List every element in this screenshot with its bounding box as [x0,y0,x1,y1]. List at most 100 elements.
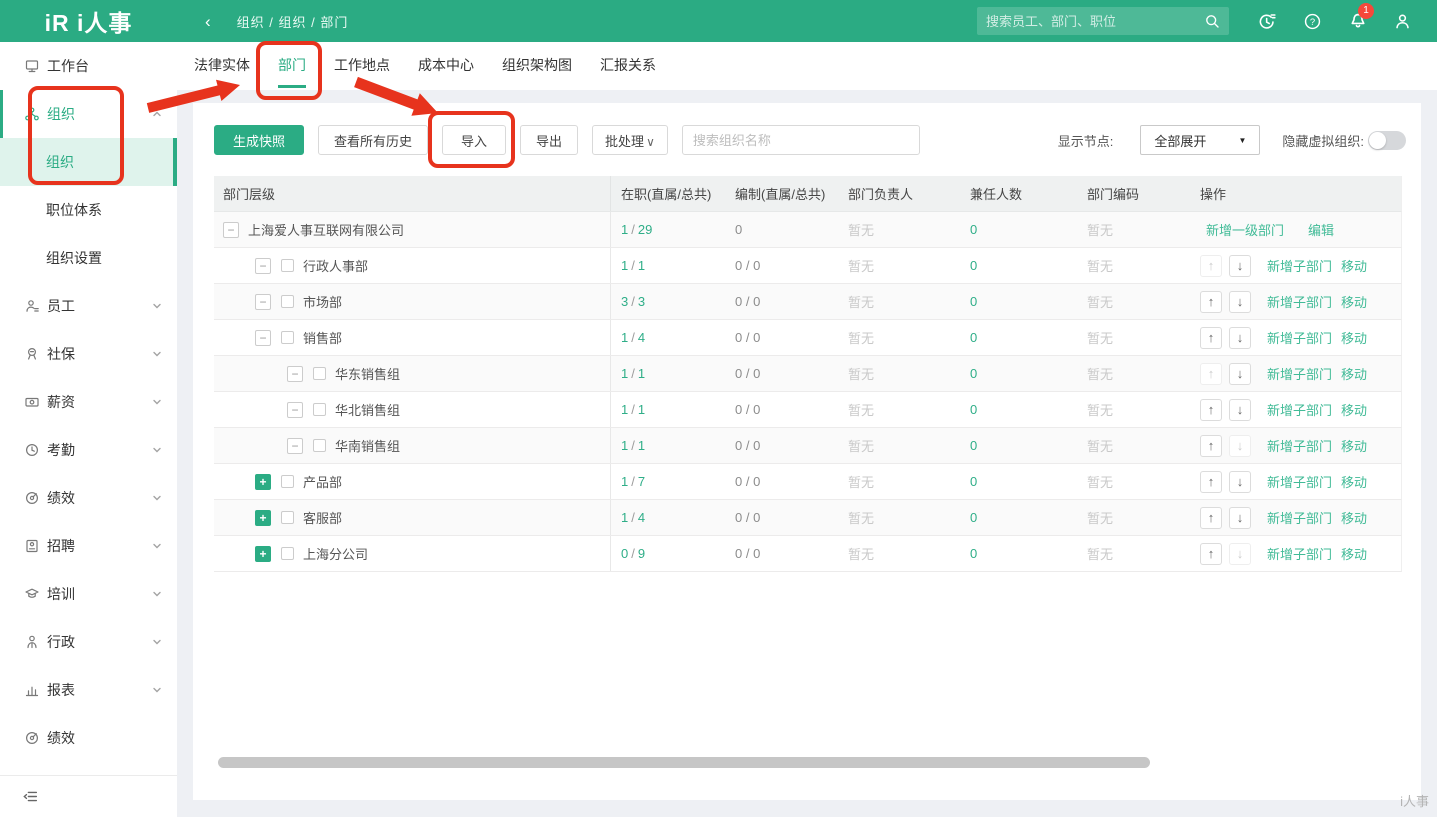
table-row[interactable]: − 市场部 3/3 0 / 0 暂无 0 暂无 ↑ ↓ 新增子部门 移动 [214,284,1402,320]
table-row[interactable]: + 产品部 1/7 0 / 0 暂无 0 暂无 ↑ ↓ 新增子部门 移动 [214,464,1402,500]
concurrent-count[interactable]: 0 [955,356,1065,391]
onjob-direct[interactable]: 1 [621,366,628,381]
expander-button[interactable]: + [255,546,271,562]
move-up-button[interactable]: ↑ [1200,435,1222,457]
move-link[interactable]: 移动 [1341,364,1367,383]
move-down-button[interactable]: ↓ [1229,255,1251,277]
export-button[interactable]: 导出 [520,125,578,155]
add-top-department-link[interactable]: 新增一级部门 [1206,220,1284,239]
concurrent-count[interactable]: 0 [955,284,1065,319]
table-row[interactable]: + 上海分公司 0/9 0 / 0 暂无 0 暂无 ↑ ↓ 新增子部门 移动 [214,536,1402,572]
expand-mode-select[interactable]: 全部展开 ▼ [1140,125,1260,155]
onjob-direct[interactable]: 1 [621,258,628,273]
tab[interactable]: 汇报关系 [600,42,656,90]
move-up-button[interactable]: ↑ [1200,471,1222,493]
sidebar-subitem[interactable]: 职位体系 [0,186,177,234]
sidebar-item[interactable]: 招聘 [0,522,177,570]
onjob-direct[interactable]: 0 [621,546,628,561]
row-checkbox[interactable] [281,511,294,524]
onjob-direct[interactable]: 1 [621,402,628,417]
sidebar-item[interactable]: 报表 [0,666,177,714]
global-search[interactable] [977,7,1229,35]
tab[interactable]: 工作地点 [334,42,390,90]
move-down-button[interactable]: ↓ [1229,471,1251,493]
sidebar-subitem[interactable]: 组织设置 [0,234,177,282]
move-down-button[interactable]: ↓ [1229,507,1251,529]
add-sub-department-link[interactable]: 新增子部门 [1267,400,1332,419]
row-checkbox[interactable] [281,547,294,560]
approval-history-icon[interactable] [1245,11,1290,32]
move-down-button[interactable]: ↓ [1229,327,1251,349]
table-row[interactable]: − 华东销售组 1/1 0 / 0 暂无 0 暂无 ↑ ↓ 新增子部门 移动 [214,356,1402,392]
add-sub-department-link[interactable]: 新增子部门 [1267,256,1332,275]
concurrent-count[interactable]: 0 [955,320,1065,355]
global-search-input[interactable] [986,14,1204,29]
row-checkbox[interactable] [281,259,294,272]
table-row[interactable]: − 销售部 1/4 0 / 0 暂无 0 暂无 ↑ ↓ 新增子部门 移动 [214,320,1402,356]
expander-button[interactable]: + [255,474,271,490]
concurrent-count[interactable]: 0 [955,212,1065,247]
onjob-direct[interactable]: 3 [621,294,628,309]
org-search-input[interactable] [682,125,920,155]
onjob-direct[interactable]: 1 [621,330,628,345]
onjob-total[interactable]: 29 [638,222,652,237]
concurrent-count[interactable]: 0 [955,500,1065,535]
table-row[interactable]: − 上海爱人事互联网有限公司 1/29 0 暂无 0 暂无 新增一级部门 编辑 [214,212,1402,248]
concurrent-count[interactable]: 0 [955,428,1065,463]
onjob-total[interactable]: 9 [638,546,645,561]
table-row[interactable]: − 华南销售组 1/1 0 / 0 暂无 0 暂无 ↑ ↓ 新增子部门 移动 [214,428,1402,464]
move-link[interactable]: 移动 [1341,472,1367,491]
sidebar-collapse-button[interactable] [0,775,177,817]
horizontal-scrollbar[interactable] [218,757,1150,768]
add-sub-department-link[interactable]: 新增子部门 [1267,436,1332,455]
concurrent-count[interactable]: 0 [955,464,1065,499]
notification-bell-icon[interactable]: 1 [1335,10,1380,32]
move-down-button[interactable]: ↓ [1229,291,1251,313]
add-sub-department-link[interactable]: 新增子部门 [1267,544,1332,563]
table-row[interactable]: − 行政人事部 1/1 0 / 0 暂无 0 暂无 ↑ ↓ 新增子部门 移动 [214,248,1402,284]
move-down-button[interactable]: ↓ [1229,435,1251,457]
sidebar-item[interactable]: 社保 [0,330,177,378]
generate-snapshot-button[interactable]: 生成快照 [214,125,304,155]
tab[interactable]: 成本中心 [418,42,474,90]
sidebar-item[interactable]: 组织 [0,90,177,138]
onjob-total[interactable]: 3 [638,294,645,309]
move-link[interactable]: 移动 [1341,400,1367,419]
help-icon[interactable]: ? [1290,11,1335,32]
move-link[interactable]: 移动 [1341,544,1367,563]
move-up-button[interactable]: ↑ [1200,399,1222,421]
move-up-button[interactable]: ↑ [1200,327,1222,349]
onjob-direct[interactable]: 1 [621,222,628,237]
expander-button[interactable]: + [255,510,271,526]
hide-virtual-toggle[interactable] [1368,131,1406,150]
add-sub-department-link[interactable]: 新增子部门 [1267,472,1332,491]
sidebar-item[interactable]: 绩效 [0,474,177,522]
edit-link[interactable]: 编辑 [1308,220,1334,239]
sidebar-item[interactable]: 培训 [0,570,177,618]
sidebar-item[interactable]: 员工 [0,282,177,330]
expander-button[interactable]: − [287,438,303,454]
move-up-button[interactable]: ↑ [1200,507,1222,529]
add-sub-department-link[interactable]: 新增子部门 [1267,364,1332,383]
add-sub-department-link[interactable]: 新增子部门 [1267,328,1332,347]
user-icon[interactable] [1380,11,1425,32]
row-checkbox[interactable] [313,403,326,416]
move-link[interactable]: 移动 [1341,292,1367,311]
view-history-button[interactable]: 查看所有历史 [318,125,428,155]
expander-button[interactable]: − [223,222,239,238]
table-row[interactable]: − 华北销售组 1/1 0 / 0 暂无 0 暂无 ↑ ↓ 新增子部门 移动 [214,392,1402,428]
onjob-total[interactable]: 1 [638,402,645,417]
onjob-total[interactable]: 1 [638,366,645,381]
move-down-button[interactable]: ↓ [1229,399,1251,421]
tab[interactable]: 组织架构图 [502,42,572,90]
move-up-button[interactable]: ↑ [1200,255,1222,277]
expander-button[interactable]: − [255,258,271,274]
move-up-button[interactable]: ↑ [1200,543,1222,565]
onjob-total[interactable]: 7 [638,474,645,489]
table-row[interactable]: + 客服部 1/4 0 / 0 暂无 0 暂无 ↑ ↓ 新增子部门 移动 [214,500,1402,536]
expander-button[interactable]: − [255,330,271,346]
import-button[interactable]: 导入 [442,125,506,155]
concurrent-count[interactable]: 0 [955,248,1065,283]
move-link[interactable]: 移动 [1341,436,1367,455]
onjob-direct[interactable]: 1 [621,510,628,525]
